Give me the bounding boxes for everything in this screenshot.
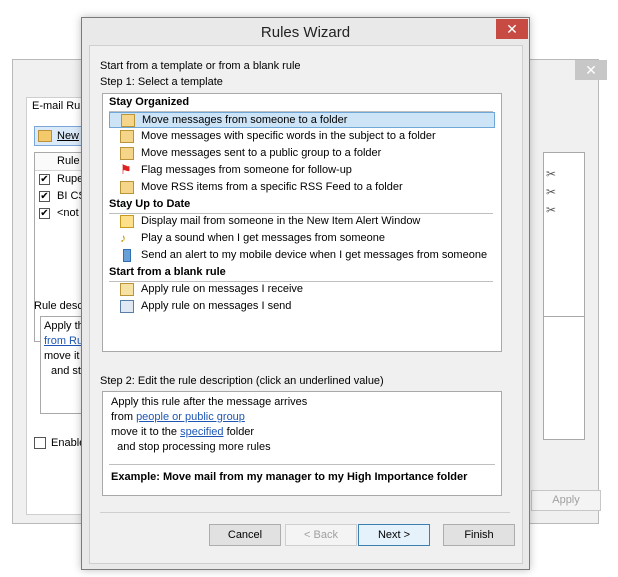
rule-action-icon[interactable]: ✂ [546, 168, 558, 180]
rule-description-label: Rule desc [34, 300, 83, 312]
template-new-item-alert[interactable]: Display mail from someone in the New Ite… [109, 214, 495, 230]
new-rule-icon [38, 130, 52, 142]
background-close-button[interactable]: ✕ [575, 60, 607, 80]
template-flag-follow-up[interactable]: ⚑ Flag messages from someone for follow-… [109, 163, 495, 179]
group-heading-blank-rule: Start from a blank rule [109, 266, 226, 278]
flag-icon: ⚑ [120, 162, 132, 177]
rule-checkbox[interactable]: ✔ [39, 174, 50, 185]
example-divider [109, 464, 495, 465]
specified-folder-link[interactable]: specified [180, 426, 223, 438]
step2-label: Step 2: Edit the rule description (click… [100, 375, 384, 387]
apply-button[interactable]: Apply [531, 490, 601, 511]
folder-move-icon [120, 130, 134, 143]
folder-move-icon [120, 147, 134, 160]
rule-description: Apply this rule after the message arrive… [102, 391, 502, 496]
template-play-sound[interactable]: ♪ Play a sound when I get messages from … [109, 231, 495, 247]
rule-action-icon[interactable]: ✂ [546, 204, 558, 216]
description-from-line: from people or public group [111, 411, 245, 423]
enable-checkbox[interactable] [34, 437, 46, 449]
button-separator [100, 512, 510, 513]
template-move-public-group[interactable]: Move messages sent to a public group to … [109, 146, 495, 162]
template-blank-send[interactable]: Apply rule on messages I send [109, 299, 495, 315]
step1-label: Step 1: Select a template [100, 76, 223, 88]
template-move-with-words[interactable]: Move messages with specific words in the… [109, 129, 495, 145]
alert-window-icon [120, 215, 134, 228]
rule-action-icon[interactable]: ✂ [546, 186, 558, 198]
example-text: Example: Move mail from my manager to my… [111, 471, 468, 483]
next-button[interactable]: Next > [358, 524, 430, 546]
sound-icon: ♪ [120, 231, 126, 245]
mobile-device-icon [123, 249, 131, 262]
template-blank-receive[interactable]: Apply rule on messages I receive [109, 282, 495, 298]
template-move-rss[interactable]: Move RSS items from a specific RSS Feed … [109, 180, 495, 196]
group-heading-stay-up-to-date: Stay Up to Date [109, 198, 191, 210]
template-move-from-someone[interactable]: Move messages from someone to a folder [109, 112, 495, 128]
intro-text: Start from a template or from a blank ru… [100, 60, 301, 72]
rule-checkbox[interactable]: ✔ [39, 191, 50, 202]
finish-button[interactable]: Finish [443, 524, 515, 546]
rss-folder-icon [120, 181, 134, 194]
close-button[interactable]: ✕ [496, 19, 528, 39]
description-box-right-edge [543, 316, 585, 440]
rules-wizard-dialog: Rules Wizard ✕ Start from a template or … [81, 17, 530, 570]
folder-move-icon [121, 114, 135, 127]
template-mobile-alert[interactable]: Send an alert to my mobile device when I… [109, 248, 495, 264]
people-or-public-group-link[interactable]: people or public group [136, 411, 245, 423]
rule-action-icons: ✂ ✂ ✂ [546, 168, 558, 222]
template-list[interactable]: Stay Organized Move messages from someon… [102, 93, 502, 352]
back-button[interactable]: < Back [285, 524, 357, 546]
description-move-line: move it to the specified folder [111, 426, 255, 438]
group-heading-stay-organized: Stay Organized [109, 96, 190, 108]
rule-checkbox[interactable]: ✔ [39, 208, 50, 219]
envelope-receive-icon [120, 283, 134, 296]
envelope-send-icon [120, 300, 134, 313]
wizard-body: Start from a template or from a blank ru… [89, 45, 523, 564]
cancel-button[interactable]: Cancel [209, 524, 281, 546]
